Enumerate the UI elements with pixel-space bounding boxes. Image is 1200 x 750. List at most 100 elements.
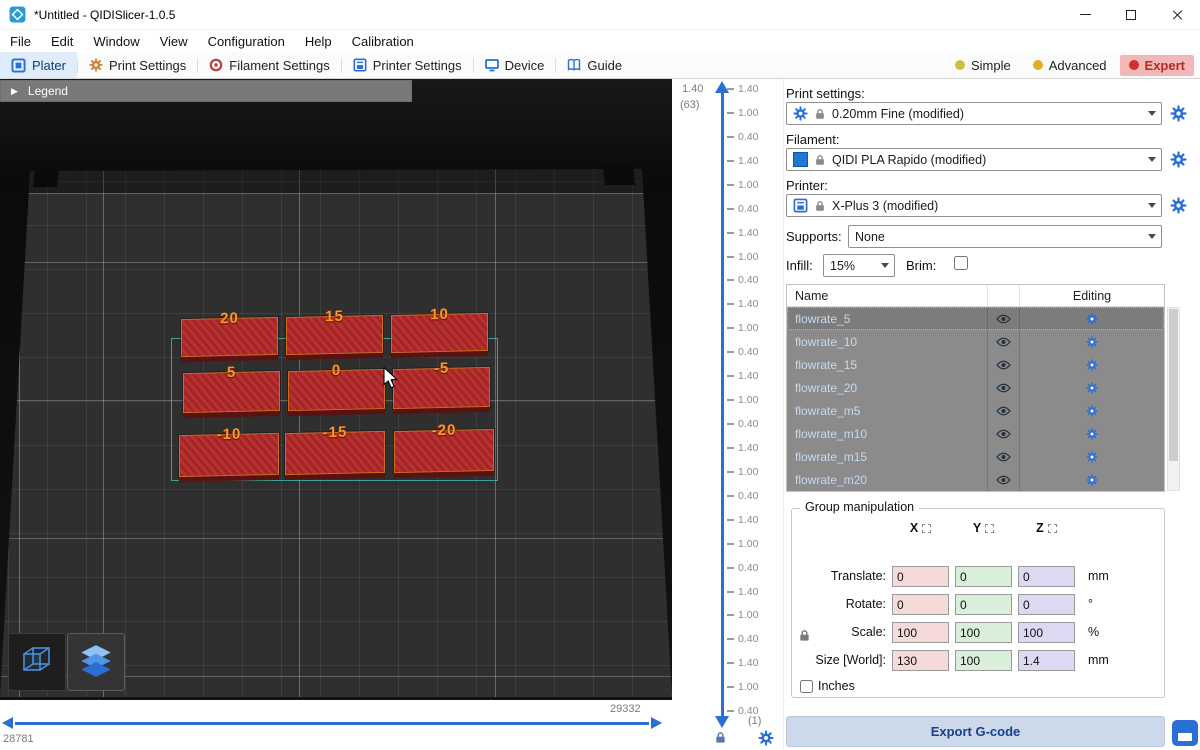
tick-mark [727, 567, 734, 569]
eye-icon[interactable] [987, 330, 1020, 353]
rotate-z-input[interactable] [1018, 594, 1075, 615]
object-row[interactable]: flowrate_m15 [787, 445, 1164, 468]
mode-simple[interactable]: Simple [946, 55, 1020, 76]
model-object[interactable]: -5 [393, 367, 490, 409]
hslider-right-arrow[interactable] [651, 717, 662, 729]
send-to-device-icon[interactable] [1172, 720, 1198, 746]
scale-y-input[interactable] [955, 622, 1012, 643]
object-name: flowrate_m20 [787, 473, 987, 487]
menu-view[interactable]: View [150, 34, 198, 49]
view-preview-button[interactable] [67, 633, 125, 691]
edit-icon[interactable] [1020, 474, 1164, 486]
vslider-tick: 0.40 [727, 203, 758, 215]
translate-z-input[interactable] [1018, 566, 1075, 587]
legend-bar[interactable]: ▶ Legend [0, 80, 412, 102]
menu-help[interactable]: Help [295, 34, 342, 49]
inches-checkbox[interactable] [800, 680, 813, 693]
supports-combo[interactable]: None [848, 225, 1162, 248]
menu-calibration[interactable]: Calibration [342, 34, 424, 49]
rotate-x-input[interactable] [892, 594, 949, 615]
eye-icon[interactable] [987, 422, 1020, 445]
axis-reset-icon[interactable] [922, 524, 931, 533]
tab-filament-settings[interactable]: Filament Settings [198, 52, 340, 78]
print-settings-gear-button[interactable] [1170, 105, 1188, 123]
edit-icon[interactable] [1020, 313, 1164, 325]
eye-icon[interactable] [987, 468, 1020, 491]
maximize-button[interactable] [1108, 0, 1154, 29]
hslider-track[interactable] [15, 722, 649, 725]
menu-configuration[interactable]: Configuration [198, 34, 295, 49]
close-button[interactable] [1154, 0, 1200, 29]
model-object[interactable]: 0 [288, 369, 385, 411]
scrollbar-thumb[interactable] [1169, 309, 1178, 461]
tab-printer-settings[interactable]: Printer Settings [342, 52, 473, 78]
viewport-3d[interactable]: 201510 50-5 -10-15-20 ▶ Legend [0, 79, 672, 700]
brim-checkbox[interactable] [954, 256, 968, 270]
tab-print-settings[interactable]: Print Settings [78, 52, 197, 78]
uniform-scale-lock-icon[interactable] [798, 629, 811, 642]
minimize-button[interactable] [1062, 0, 1108, 29]
object-row[interactable]: flowrate_20 [787, 376, 1164, 399]
edit-icon[interactable] [1020, 336, 1164, 348]
eye-icon[interactable] [987, 307, 1020, 330]
mode-label: Simple [971, 58, 1011, 73]
rotate-y-input[interactable] [955, 594, 1012, 615]
vslider-tick: 0.40 [727, 490, 758, 502]
vslider-down-arrow[interactable] [715, 716, 729, 728]
object-row[interactable]: flowrate_m20 [787, 468, 1164, 491]
size-x-input[interactable] [892, 650, 949, 671]
object-row[interactable]: flowrate_15 [787, 353, 1164, 376]
scale-x-input[interactable] [892, 622, 949, 643]
object-row[interactable]: flowrate_5 [787, 307, 1164, 330]
vslider-track[interactable] [721, 93, 724, 716]
filament-settings-gear-button[interactable] [1170, 151, 1188, 169]
model-object[interactable]: 10 [391, 313, 488, 353]
edit-icon[interactable] [1020, 359, 1164, 371]
export-gcode-button[interactable]: Export G-code [786, 716, 1165, 747]
size-y-input[interactable] [955, 650, 1012, 671]
translate-x-input[interactable] [892, 566, 949, 587]
tab-plater[interactable]: Plater [0, 52, 77, 78]
edit-icon[interactable] [1020, 428, 1164, 440]
eye-icon[interactable] [987, 445, 1020, 468]
tab-guide[interactable]: Guide [556, 52, 633, 78]
model-object[interactable]: -15 [285, 431, 385, 475]
object-list-scrollbar[interactable] [1167, 307, 1180, 491]
vslider-lock-icon[interactable] [714, 731, 727, 744]
mode-expert[interactable]: Expert [1120, 55, 1194, 76]
translate-y-input[interactable] [955, 566, 1012, 587]
infill-combo[interactable]: 15% [823, 254, 895, 277]
menu-window[interactable]: Window [83, 34, 149, 49]
print-settings-combo[interactable]: 0.20mm Fine (modified) [786, 102, 1162, 125]
printer-combo[interactable]: X-Plus 3 (modified) [786, 194, 1162, 217]
printer-settings-gear-button[interactable] [1170, 197, 1188, 215]
eye-icon[interactable] [987, 353, 1020, 376]
printer-value: X-Plus 3 (modified) [832, 199, 938, 213]
axis-reset-icon[interactable] [985, 524, 994, 533]
model-object[interactable]: -10 [179, 433, 279, 477]
object-row[interactable]: flowrate_m5 [787, 399, 1164, 422]
menu-file[interactable]: File [0, 34, 41, 49]
menu-edit[interactable]: Edit [41, 34, 83, 49]
eye-icon[interactable] [987, 376, 1020, 399]
tick-label: 1.40 [738, 370, 758, 382]
view-editor-button[interactable] [8, 633, 66, 691]
model-object[interactable]: 20 [181, 317, 278, 357]
vslider-gear-icon[interactable] [758, 730, 774, 746]
axis-reset-icon[interactable] [1048, 524, 1057, 533]
edit-icon[interactable] [1020, 405, 1164, 417]
object-row[interactable]: flowrate_10 [787, 330, 1164, 353]
filament-combo[interactable]: QIDI PLA Rapido (modified) [786, 148, 1162, 171]
edit-icon[interactable] [1020, 451, 1164, 463]
model-object[interactable]: 5 [183, 371, 280, 413]
hslider-left-arrow[interactable] [2, 717, 13, 729]
model-object[interactable]: -20 [394, 429, 494, 473]
model-object[interactable]: 15 [286, 315, 383, 355]
edit-icon[interactable] [1020, 382, 1164, 394]
mode-advanced[interactable]: Advanced [1024, 55, 1116, 76]
size-z-input[interactable] [1018, 650, 1075, 671]
tab-device[interactable]: Device [474, 52, 556, 78]
eye-icon[interactable] [987, 399, 1020, 422]
object-row[interactable]: flowrate_m10 [787, 422, 1164, 445]
scale-z-input[interactable] [1018, 622, 1075, 643]
